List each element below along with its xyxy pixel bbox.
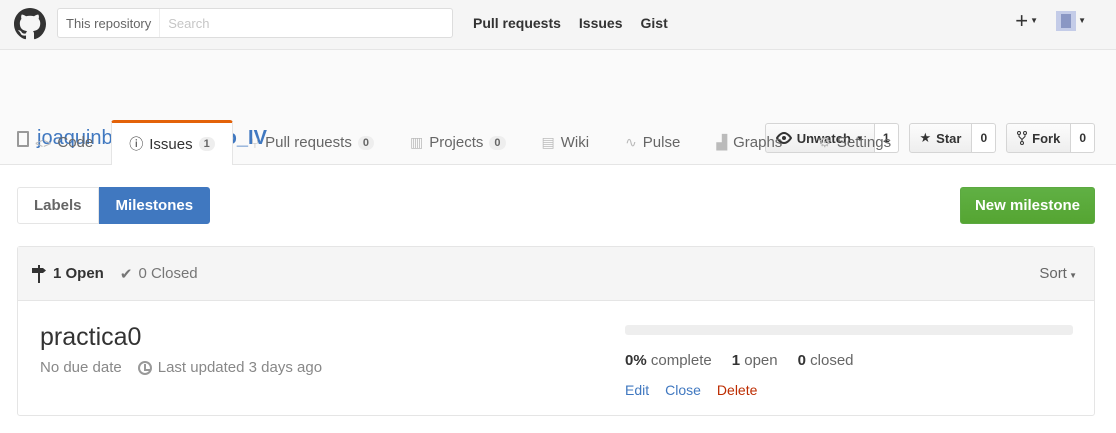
new-dropdown-button[interactable]: + ▼ [1015, 10, 1038, 32]
star-group: ★ Star 0 [908, 123, 997, 153]
open-filter[interactable]: 1 Open [32, 264, 104, 283]
milestones-table-header: 1 Open ✔ 0 Closed Sort ▼ [18, 247, 1094, 301]
caret-down-icon: ▼ [1066, 271, 1077, 280]
tab-label: Graphs [733, 134, 783, 151]
milestones-tab[interactable]: Milestones [98, 187, 211, 224]
search-box: This repository [57, 8, 453, 38]
tab-label: Pull requests [265, 134, 352, 151]
fork-button[interactable]: Fork [1006, 123, 1072, 153]
labels-tab[interactable]: Labels [17, 187, 99, 224]
nav-gist[interactable]: Gist [641, 15, 668, 31]
labels-milestones-subnav: Labels Milestones [17, 187, 211, 224]
pulse-icon: ∿ [625, 134, 637, 150]
pull-request-icon: ⑂ [250, 134, 260, 151]
search-scope-label: This repository [58, 9, 161, 37]
tab-counter: 0 [489, 135, 506, 150]
book-icon: ▤ [541, 134, 555, 150]
sort-label: Sort [1039, 265, 1067, 282]
search-input[interactable] [160, 9, 452, 37]
plus-icon: + [1015, 8, 1029, 33]
nav-issues[interactable]: Issues [579, 15, 623, 31]
tab-label: Code [57, 134, 94, 151]
closed-count: 0 Closed [138, 265, 198, 282]
milestones-table: 1 Open ✔ 0 Closed Sort ▼ practica0 No du… [17, 246, 1095, 416]
user-menu-button[interactable]: ▼ [1056, 11, 1086, 31]
user-controls: + ▼ ▼ [1015, 10, 1086, 32]
global-nav: Pull requests Issues Gist [473, 15, 668, 31]
open-issues: 1 open [731, 352, 778, 369]
forks-count[interactable]: 0 [1071, 123, 1095, 153]
tab-graphs[interactable]: ▟ Graphs [698, 120, 800, 164]
milestone-actions: Edit Close Delete [625, 382, 757, 398]
star-icon: ★ [919, 130, 932, 145]
star-label: Star [936, 130, 962, 146]
tab-label: Issues [149, 135, 193, 153]
issue-icon: ⓘ [129, 136, 144, 152]
tab-label: Wiki [560, 134, 590, 151]
percent-complete: 0% complete [625, 352, 712, 369]
caret-down-icon: ▼ [1078, 16, 1086, 25]
tab-label: Projects [429, 134, 484, 151]
delete-link[interactable]: Delete [717, 382, 757, 398]
star-button[interactable]: ★ Star [908, 123, 973, 153]
code-icon: <> [35, 134, 52, 151]
repo-nav: <> Code ⓘ Issues 1 ⑂ Pull requests 0 ▥ P… [17, 120, 909, 165]
fork-icon [1017, 131, 1028, 145]
gear-icon: ⚙ [818, 134, 831, 150]
edit-link[interactable]: Edit [625, 382, 649, 398]
close-link[interactable]: Close [665, 382, 701, 398]
fork-group: Fork 0 [1006, 123, 1095, 153]
tab-wiki[interactable]: ▤ Wiki [524, 120, 608, 164]
milestone-icon [32, 264, 46, 283]
open-count: 1 Open [53, 265, 104, 282]
github-logo-icon[interactable] [14, 8, 46, 40]
graph-icon: ▟ [716, 134, 728, 150]
milestone-stats: 0% complete 1 open 0 closed [625, 352, 854, 369]
last-updated: Last updated 3 days ago [137, 359, 323, 376]
stargazers-count[interactable]: 0 [972, 123, 997, 153]
state-filters: 1 Open ✔ 0 Closed [32, 264, 198, 283]
due-date: No due date [40, 359, 122, 376]
progress-bar [625, 325, 1073, 335]
fork-label: Fork [1032, 130, 1061, 146]
clock-icon [137, 360, 152, 375]
nav-pull-requests[interactable]: Pull requests [473, 15, 561, 31]
milestone-meta: No due date Last updated 3 days ago [40, 359, 322, 376]
top-header: This repository Pull requests Issues Gis… [0, 0, 1116, 50]
project-icon: ▥ [409, 134, 424, 150]
check-icon: ✔ [119, 265, 133, 283]
milestone-title[interactable]: practica0 [40, 323, 141, 352]
tab-issues[interactable]: ⓘ Issues 1 [111, 120, 233, 165]
closed-issues: 0 closed [797, 352, 854, 369]
tab-counter: 1 [198, 137, 215, 151]
avatar [1056, 11, 1077, 31]
tab-label: Pulse [642, 134, 681, 151]
new-milestone-button[interactable]: New milestone [959, 187, 1095, 224]
tab-counter: 0 [357, 135, 374, 150]
tab-label: Settings [836, 134, 892, 151]
tab-pulse[interactable]: ∿ Pulse [607, 120, 698, 164]
closed-filter[interactable]: ✔ 0 Closed [120, 265, 198, 283]
caret-down-icon: ▼ [1030, 16, 1039, 25]
sort-dropdown[interactable]: Sort ▼ [1039, 265, 1077, 282]
last-updated-text: Last updated 3 days ago [157, 359, 323, 376]
tab-settings[interactable]: ⚙ Settings [800, 120, 909, 164]
tab-pull-requests[interactable]: ⑂ Pull requests 0 [233, 120, 392, 164]
tab-code[interactable]: <> Code [17, 120, 111, 164]
milestone-row: practica0 No due date Last updated 3 day… [18, 301, 1094, 415]
tab-projects[interactable]: ▥ Projects 0 [392, 120, 524, 164]
